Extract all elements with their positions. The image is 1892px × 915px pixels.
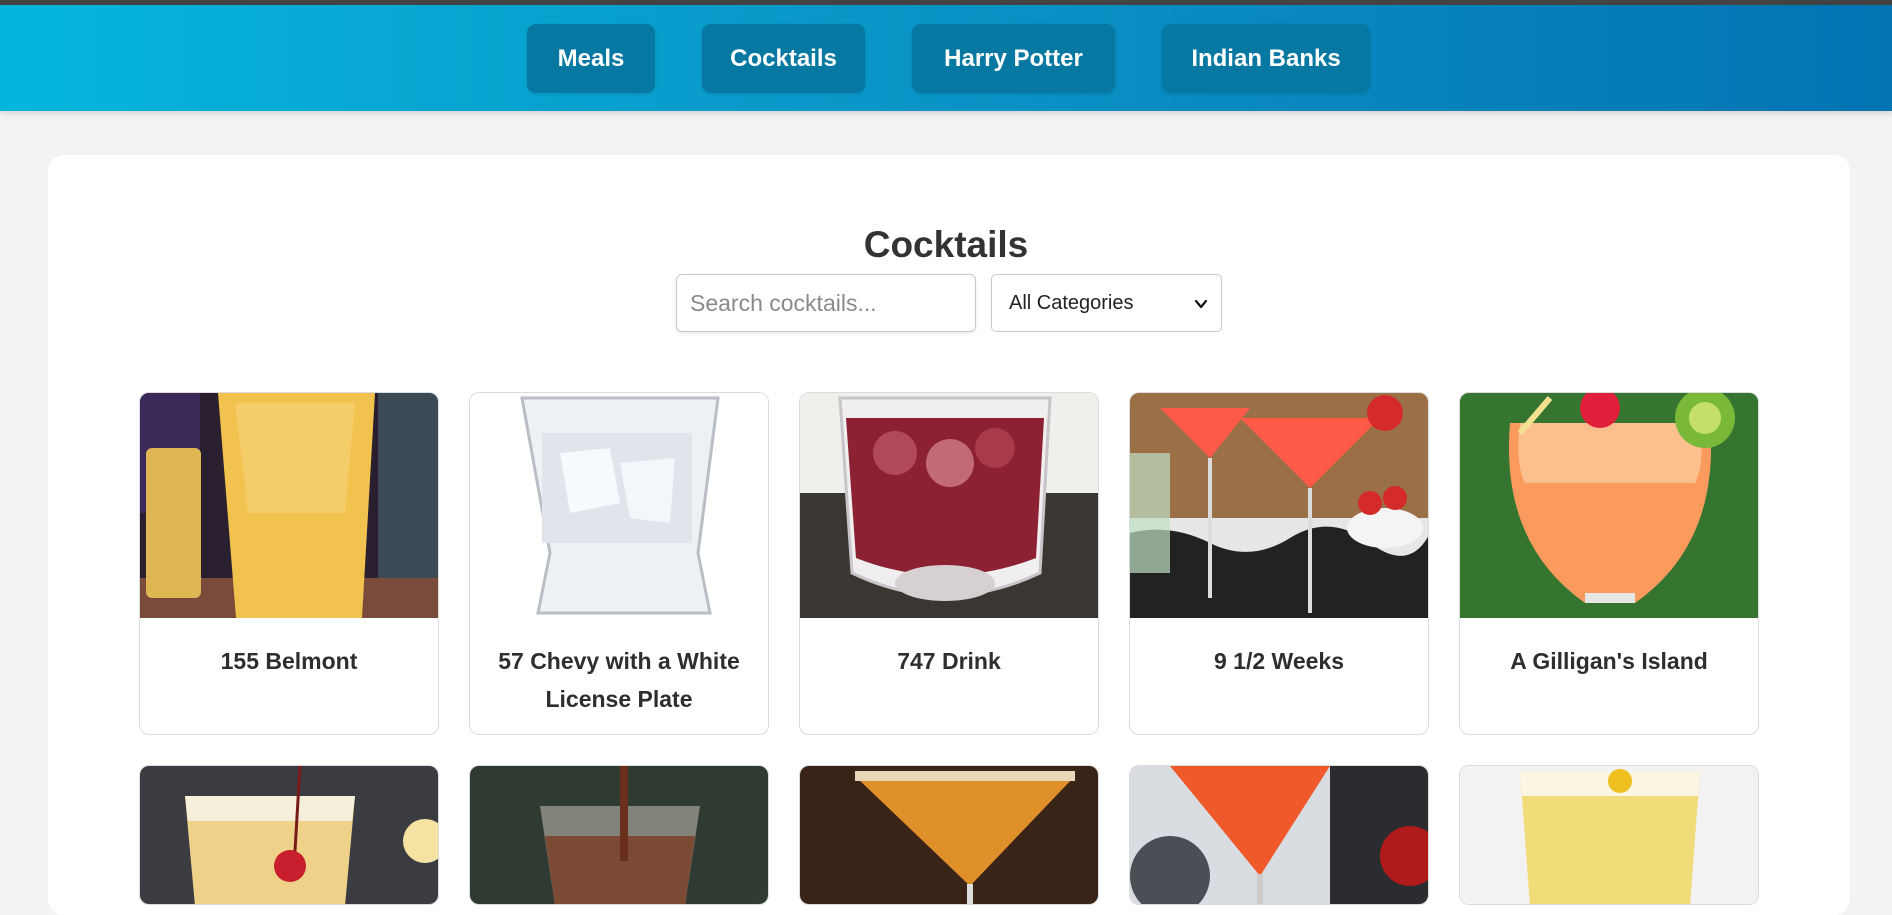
cocktail-card[interactable] <box>1459 765 1759 905</box>
search-input[interactable] <box>676 274 976 332</box>
cocktail-card[interactable]: 747 Drink <box>799 392 1099 735</box>
cocktail-card[interactable]: 9 1/2 Weeks <box>1129 392 1429 735</box>
nav-harry-potter-button[interactable]: Harry Potter <box>912 24 1115 93</box>
cocktail-name: 155 Belmont <box>220 648 358 674</box>
cocktail-image-a-gilligans-island <box>1460 393 1758 618</box>
cocktail-image-orange-martini <box>800 766 1098 904</box>
top-navbar: Meals Cocktails Harry Potter Indian Bank… <box>0 5 1892 111</box>
cocktail-image-red-martini <box>1130 766 1428 904</box>
cocktail-card[interactable] <box>799 765 1099 905</box>
nav-meals-button[interactable]: Meals <box>527 24 655 93</box>
cocktail-card[interactable] <box>139 765 439 905</box>
cocktail-card[interactable]: 155 Belmont <box>139 392 439 735</box>
cocktail-name: 9 1/2 Weeks <box>1213 648 1344 674</box>
nav-cocktails-button[interactable]: Cocktails <box>702 24 865 93</box>
category-select[interactable]: All Categories <box>991 274 1222 332</box>
cocktail-image-cherry-drink <box>140 766 438 904</box>
page-title: Cocktails <box>863 224 1029 265</box>
cocktail-image-155-belmont <box>140 393 438 618</box>
cocktail-card[interactable] <box>469 765 769 905</box>
cocktail-image-57-chevy <box>470 393 768 618</box>
cocktail-name: 747 Drink <box>897 648 1001 674</box>
nav-indian-banks-button[interactable]: Indian Banks <box>1162 24 1370 93</box>
category-select-value: All Categories <box>1009 291 1134 314</box>
cocktail-image-9-half-weeks <box>1130 393 1428 618</box>
cocktail-image-brown-pour <box>470 766 768 904</box>
chevron-down-icon <box>1194 299 1208 309</box>
cocktail-card[interactable]: 57 Chevy with a White License Plate <box>469 392 769 735</box>
cocktail-name: 57 Chevy with a White License Plate <box>498 648 740 712</box>
cocktail-image-747-drink <box>800 393 1098 618</box>
cocktail-image-yellow-fizz <box>1460 766 1758 904</box>
cocktail-name: A Gilligan's Island <box>1510 648 1708 674</box>
cocktail-card[interactable]: A Gilligan's Island <box>1459 392 1759 735</box>
cocktail-card[interactable] <box>1129 765 1429 905</box>
